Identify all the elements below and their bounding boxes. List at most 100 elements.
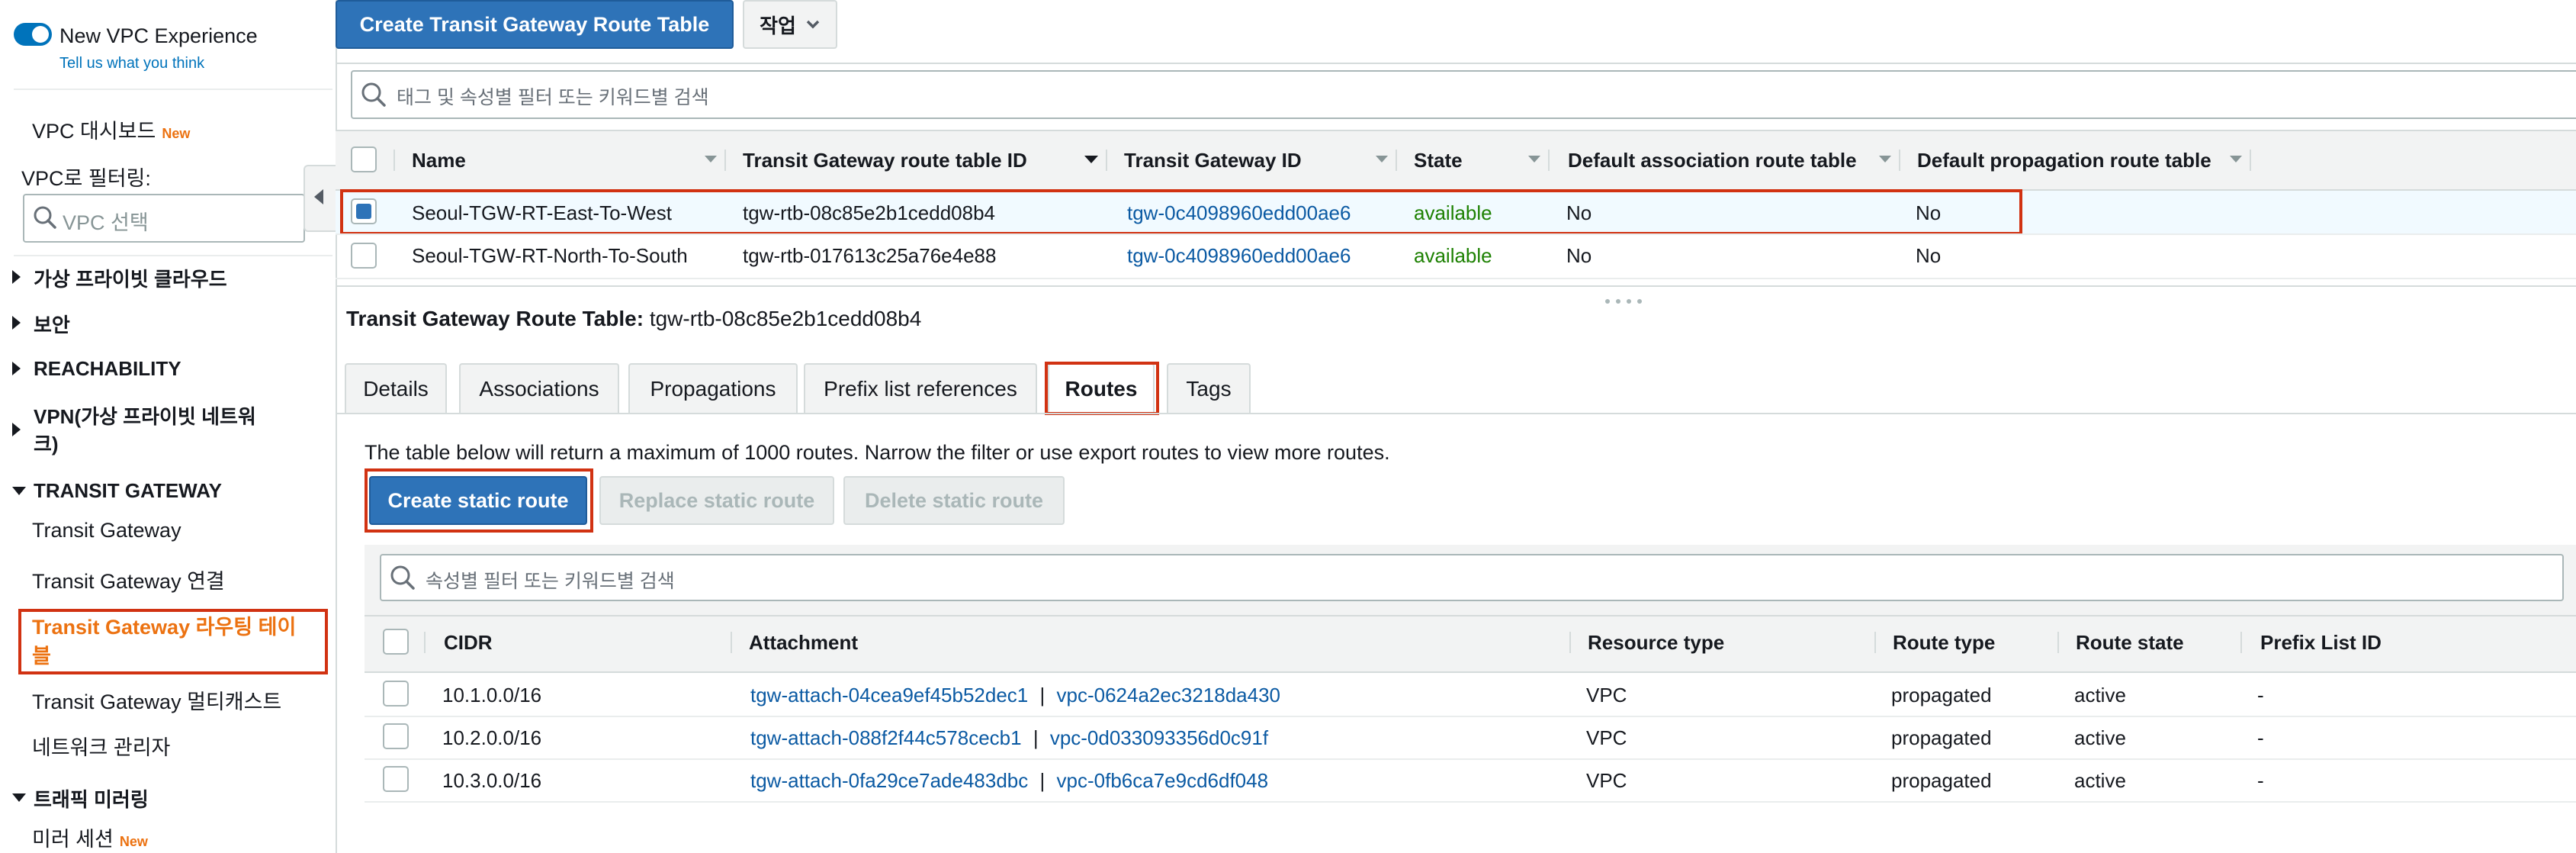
search-icon <box>390 565 415 590</box>
sort-icon[interactable] <box>1528 156 1540 163</box>
row-checkbox[interactable] <box>383 723 409 749</box>
attachment-link[interactable]: tgw-attach-0fa29ce7ade483dbc <box>750 769 1028 792</box>
sidebar-item-dashboard[interactable]: VPC 대시보드 New <box>32 114 190 144</box>
table-row[interactable]: 10.3.0.0/16 tgw-attach-0fa29ce7ade483dbc… <box>365 760 2576 803</box>
toggle-knob[interactable] <box>32 26 49 43</box>
mirror-session-label: 미러 세션 <box>32 828 114 851</box>
new-badge: New <box>162 126 191 141</box>
feedback-link[interactable]: Tell us what you think <box>59 55 204 72</box>
cell-attachment: tgw-attach-0fa29ce7ade483dbc | vpc-0fb6c… <box>750 769 1268 793</box>
vpc-link[interactable]: vpc-0d033093356d0c91f <box>1050 726 1268 749</box>
cell-prefix-list-id: - <box>2257 769 2264 792</box>
divider <box>336 130 2576 131</box>
column-header-tgw-id[interactable]: Transit Gateway ID <box>1124 149 1302 172</box>
row-checkbox[interactable] <box>351 243 377 269</box>
vpc-link[interactable]: vpc-0624a2ec3218da430 <box>1057 684 1280 707</box>
sidebar-item-transit-gateway[interactable]: Transit Gateway <box>32 519 181 542</box>
cell-route-type: propagated <box>1891 726 1992 749</box>
section-label: 가상 프라이빗 클라우드 <box>34 268 227 291</box>
table-row[interactable]: 10.2.0.0/16 tgw-attach-088f2f44c578cecb1… <box>365 717 2576 760</box>
column-separator <box>1106 150 1107 171</box>
column-separator <box>2057 632 2059 653</box>
section-label: 보안 <box>34 314 70 336</box>
table-row[interactable]: 10.1.0.0/16 tgw-attach-04cea9ef45b52dec1… <box>365 673 2576 716</box>
attachment-link[interactable]: tgw-attach-088f2f44c578cecb1 <box>750 726 1022 749</box>
divider <box>14 89 332 90</box>
column-header-resource-type[interactable]: Resource type <box>1588 631 1724 655</box>
search-icon <box>34 206 56 229</box>
create-route-table-button[interactable]: Create Transit Gateway Route Table <box>336 0 734 49</box>
column-separator <box>2240 632 2242 653</box>
vpc-filter-placeholder: VPC 선택 <box>63 211 149 234</box>
divider <box>336 413 2576 414</box>
sidebar-item-tgw-attachments[interactable]: Transit Gateway 연결 <box>32 565 225 594</box>
column-header-default-association[interactable]: Default association route table <box>1568 149 1857 172</box>
delete-static-route-button[interactable]: Delete static route <box>843 476 1065 525</box>
cell-cidr: 10.3.0.0/16 <box>442 769 542 792</box>
cell-resource-type: VPC <box>1586 684 1627 707</box>
column-header-default-propagation[interactable]: Default propagation route table <box>1917 149 2211 172</box>
routes-search-input[interactable]: 속성별 필터 또는 키워드별 검색 <box>380 554 2564 601</box>
caret-right-icon <box>12 423 21 436</box>
column-header-cidr[interactable]: CIDR <box>444 631 493 655</box>
tab-associations[interactable]: Associations <box>459 363 619 414</box>
row-checkbox[interactable] <box>383 766 409 792</box>
column-header-route-table-id[interactable]: Transit Gateway route table ID <box>743 149 1027 172</box>
tab-tags[interactable]: Tags <box>1167 363 1251 414</box>
tab-propagations[interactable]: Propagations <box>628 363 798 414</box>
tab-details[interactable]: Details <box>345 363 447 414</box>
chevron-down-icon <box>806 20 820 29</box>
cell-route-state: active <box>2074 726 2126 749</box>
vpc-filter-select[interactable]: VPC 선택 <box>23 194 305 243</box>
sort-icon[interactable] <box>705 156 717 163</box>
column-header-prefix-list-id[interactable]: Prefix List ID <box>2260 631 2382 655</box>
attachment-link[interactable]: tgw-attach-04cea9ef45b52dec1 <box>750 684 1028 707</box>
pane-divider[interactable] <box>336 285 2576 287</box>
column-separator <box>1396 150 1397 171</box>
select-all-checkbox[interactable] <box>351 146 377 172</box>
sort-desc-icon[interactable] <box>1084 156 1098 163</box>
column-separator <box>1899 150 1900 171</box>
highlight-box <box>365 468 593 533</box>
new-badge: New <box>119 834 148 849</box>
section-label-line2: 크) <box>34 433 59 455</box>
column-header-route-type[interactable]: Route type <box>1893 631 1995 655</box>
cell-route-type: propagated <box>1891 684 1992 707</box>
select-all-routes-checkbox[interactable] <box>383 629 409 655</box>
sidebar-item-mirror-session[interactable]: 미러 세션 New <box>32 822 148 852</box>
routes-table-header <box>365 615 2576 671</box>
route-table-search-input[interactable]: 태그 및 속성별 필터 또는 키워드별 검색 <box>351 70 2576 119</box>
column-header-state[interactable]: State <box>1414 149 1463 172</box>
resize-handle-icon[interactable] <box>1601 295 1644 304</box>
cell-cidr: 10.1.0.0/16 <box>442 684 542 707</box>
highlight-box <box>340 189 2022 235</box>
column-separator <box>424 632 426 653</box>
vpc-link[interactable]: vpc-0fb6ca7e9cd6df048 <box>1057 769 1269 792</box>
actions-button[interactable]: 작업 <box>743 0 837 49</box>
sidebar-collapse-button[interactable] <box>304 165 336 232</box>
divider <box>14 255 332 256</box>
sidebar-item-network-manager[interactable]: 네트워크 관리자 <box>32 731 170 761</box>
replace-static-route-button[interactable]: Replace static route <box>599 476 834 525</box>
column-header-route-state[interactable]: Route state <box>2076 631 2184 655</box>
sort-icon[interactable] <box>2230 156 2242 163</box>
sort-icon[interactable] <box>1879 156 1891 163</box>
row-checkbox[interactable] <box>383 681 409 707</box>
caret-down-icon <box>12 487 26 495</box>
table-row[interactable]: Seoul-TGW-RT-North-To-South tgw-rtb-0176… <box>336 235 2576 278</box>
caret-right-icon <box>12 316 21 330</box>
cell-tgw-id-link[interactable]: tgw-0c4098960edd00ae6 <box>1127 244 1351 268</box>
tab-prefix-list-references[interactable]: Prefix list references <box>804 363 1037 414</box>
caret-down-icon <box>12 793 26 802</box>
divider <box>336 278 2576 279</box>
sort-icon[interactable] <box>1376 156 1388 163</box>
sidebar-item-tgw-multicast[interactable]: Transit Gateway 멀티캐스트 <box>32 685 281 715</box>
column-header-name[interactable]: Name <box>412 149 466 172</box>
divider <box>336 63 2576 64</box>
column-separator <box>724 150 726 171</box>
column-separator <box>731 632 732 653</box>
caret-right-icon <box>12 362 21 375</box>
column-header-attachment[interactable]: Attachment <box>749 631 858 655</box>
column-separator <box>2250 150 2251 171</box>
column-separator <box>393 150 395 171</box>
